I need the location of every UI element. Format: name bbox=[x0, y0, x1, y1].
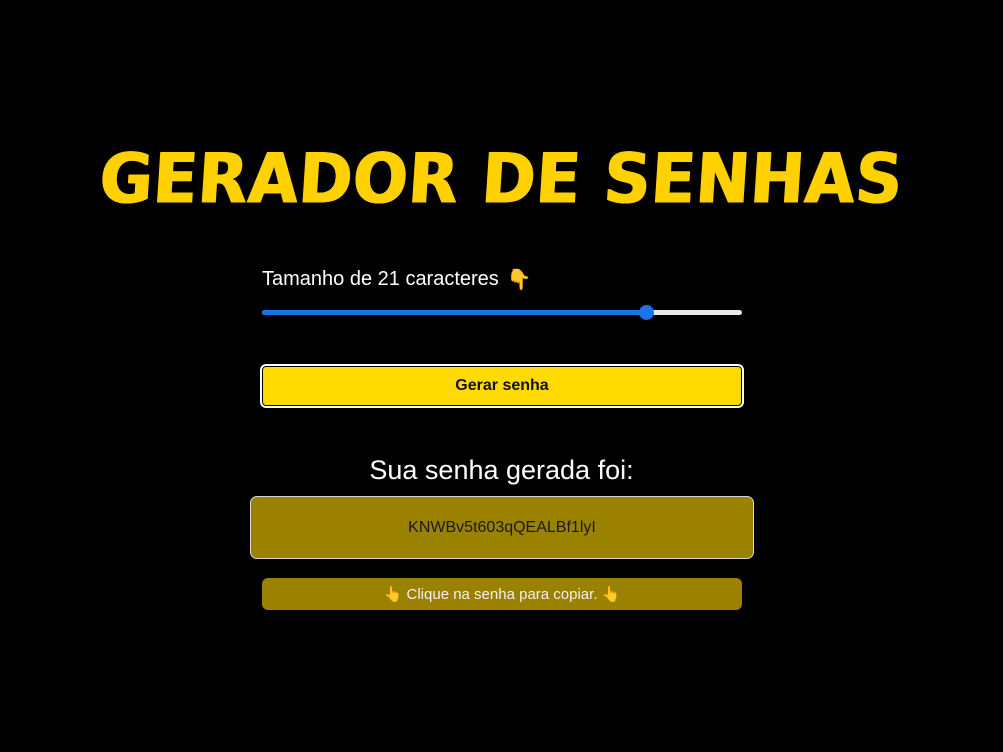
length-label: Tamanho de 21 caracteres 👇 bbox=[262, 268, 532, 291]
pointing-up-hand-icon: 👆 bbox=[383, 585, 403, 603]
slider-fill bbox=[262, 310, 646, 315]
copy-hint-text: Clique na senha para copiar. bbox=[406, 585, 598, 603]
page-title: GERADOR DE SENHAS bbox=[97, 140, 906, 220]
pointing-down-hand-icon: 👇 bbox=[506, 268, 532, 291]
generate-password-button[interactable]: Gerar senha bbox=[260, 364, 744, 408]
length-slider[interactable] bbox=[262, 302, 742, 322]
length-label-text: Tamanho de 21 caracteres bbox=[262, 268, 499, 290]
result-heading: Sua senha gerada foi: bbox=[369, 455, 634, 485]
slider-thumb[interactable] bbox=[639, 305, 654, 320]
password-generator-page: GERADOR DE SENHAS Tamanho de 21 caracter… bbox=[0, 0, 1003, 752]
copy-hint: 👆 Clique na senha para copiar. 👆 bbox=[262, 578, 742, 610]
generated-password[interactable]: KNWBv5t603qQEALBf1lyI bbox=[250, 496, 754, 559]
pointing-up-hand-icon: 👆 bbox=[601, 585, 621, 603]
